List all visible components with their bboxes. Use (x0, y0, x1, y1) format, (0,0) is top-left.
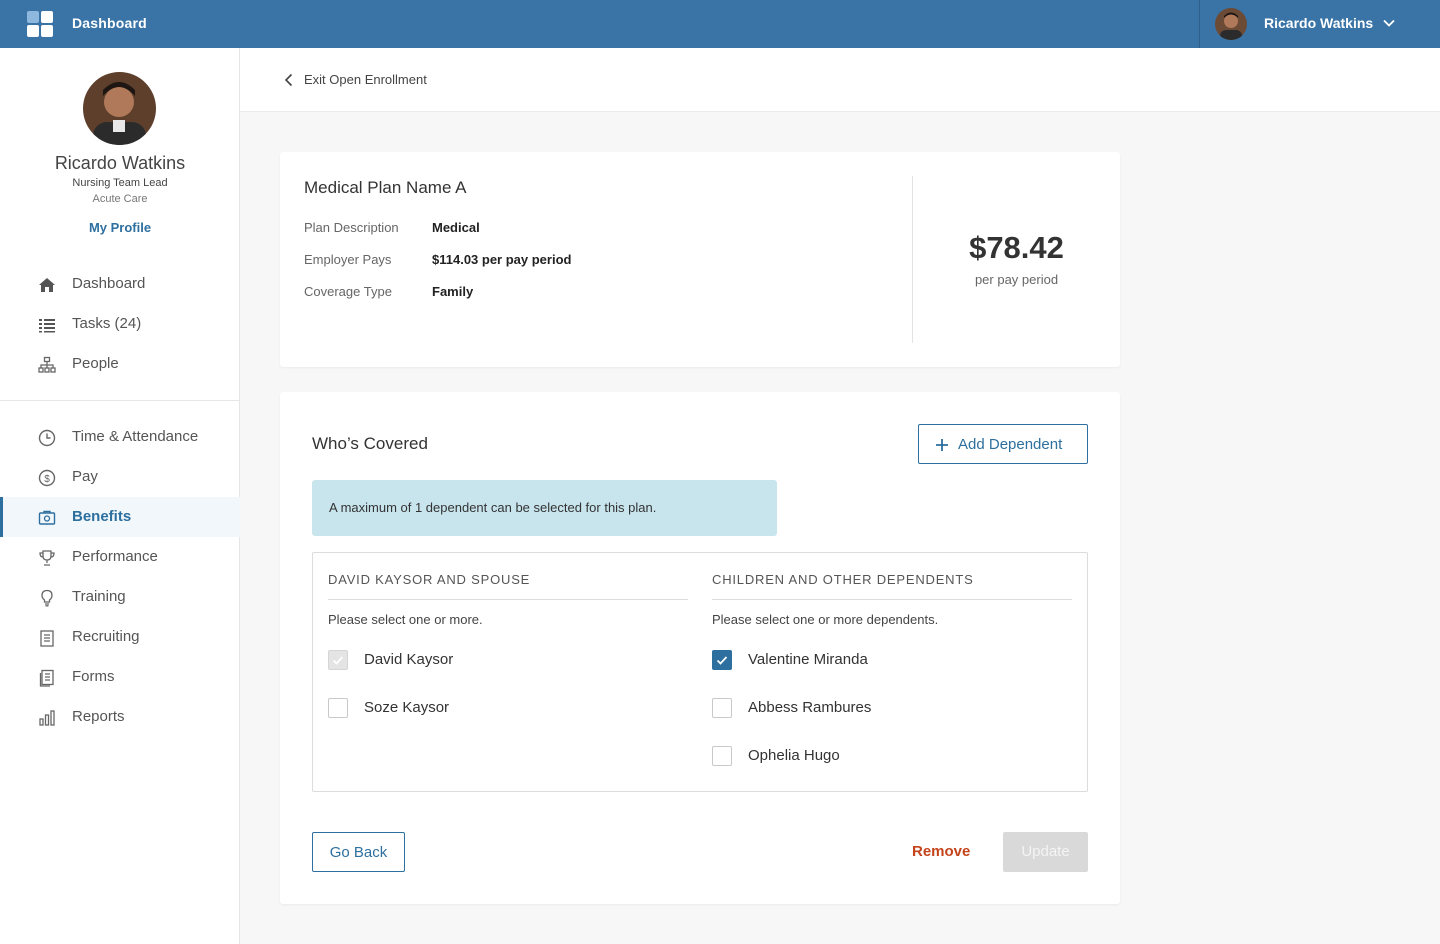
chevron-down-icon (1383, 19, 1395, 27)
plan-detail-key: Coverage Type (304, 284, 392, 299)
dependent-name: Soze Kaysor (364, 699, 450, 716)
plan-detail-value: Family (432, 284, 474, 299)
profile-department: Acute Care (92, 193, 148, 205)
sidebar-item-label: Training (72, 588, 126, 605)
dependent-name: David Kaysor (364, 651, 454, 668)
sidebar: Ricardo Watkins Nursing Team Lead Acute … (0, 48, 240, 944)
checkbox-disabled-checked[interactable] (328, 650, 348, 670)
sidebar-item-label: Benefits (72, 508, 132, 525)
check-icon (716, 656, 728, 665)
plan-detail-key: Plan Description (304, 220, 399, 235)
sub-header: Exit Open Enrollment (240, 48, 1440, 112)
plan-price: $78.42 (969, 230, 1064, 265)
sidebar-item-label: Forms (72, 668, 115, 685)
dependent-name: Abbess Rambures (748, 699, 872, 716)
checkbox-checked[interactable] (712, 650, 732, 670)
dependent-name: Ophelia Hugo (748, 747, 840, 764)
clock-icon (38, 429, 56, 447)
max-dependent-notice: A maximum of 1 dependent can be selected… (312, 480, 777, 536)
checkbox[interactable] (712, 698, 732, 718)
sidebar-item-label: People (72, 355, 119, 372)
update-button[interactable]: Update (1003, 832, 1088, 872)
trophy-icon (39, 550, 55, 566)
add-dependent-button[interactable]: Add Dependent (918, 424, 1088, 464)
sidebar-divider (0, 400, 240, 401)
column-heading: CHILDREN AND OTHER DEPENDENTS (712, 572, 974, 587)
avatar (1215, 8, 1247, 40)
sidebar-item-pay[interactable]: $ Pay (0, 457, 240, 497)
my-profile-link[interactable]: My Profile (0, 220, 240, 235)
column-hint: Please select one or more. (328, 612, 483, 627)
bar-chart-icon (39, 710, 55, 726)
checkbox[interactable] (712, 746, 732, 766)
sidebar-item-label: Recruiting (72, 628, 140, 645)
secondary-nav: Time & Attendance $ Pay Benefits Perform… (0, 417, 240, 737)
sidebar-item-label: Reports (72, 708, 125, 725)
sidebar-item-label: Time & Attendance (72, 428, 199, 445)
user-name: Ricardo Watkins (1264, 15, 1374, 31)
sidebar-item-label: Performance (72, 548, 158, 565)
sidebar-item-label: Tasks (24) (72, 315, 142, 332)
sidebar-item-label: Dashboard (72, 275, 146, 292)
benefits-icon (38, 510, 56, 525)
column-rule (712, 599, 1072, 600)
exit-enrollment-label: Exit Open Enrollment (304, 72, 427, 87)
profile-name: Ricardo Watkins (54, 153, 186, 173)
plan-detail-key: Employer Pays (304, 252, 392, 267)
profile-role: Nursing Team Lead (72, 177, 168, 189)
sidebar-item-dashboard[interactable]: Dashboard (0, 264, 240, 304)
whos-covered-card: Who’s Covered Add Dependent A maximum of… (280, 392, 1120, 904)
column-hint: Please select one or more dependents. (712, 612, 939, 627)
primary-nav: Dashboard Tasks (24) People (0, 264, 240, 384)
plan-price-period: per pay period (974, 272, 1059, 287)
dependent-selection-box: DAVID KAYSOR AND SPOUSE Please select on… (312, 552, 1088, 792)
remove-button[interactable]: Remove (912, 843, 970, 860)
plan-detail-value: Medical (432, 220, 480, 235)
dependent-name: Valentine Miranda (748, 651, 868, 668)
update-label: Update (1021, 843, 1070, 860)
lightbulb-icon (41, 589, 53, 607)
sidebar-item-tasks[interactable]: Tasks (24) (0, 304, 240, 344)
app-title: Dashboard (72, 15, 147, 31)
dollar-icon: $ (38, 469, 56, 487)
sidebar-item-benefits[interactable]: Benefits (0, 497, 240, 537)
checkbox[interactable] (328, 698, 348, 718)
apps-grid-icon[interactable] (27, 11, 53, 37)
home-icon (39, 278, 55, 292)
plan-summary-card: Medical Plan Name A Plan Description Med… (280, 152, 1120, 367)
sidebar-item-forms[interactable]: Forms (0, 657, 240, 697)
clipboard-icon (40, 630, 54, 647)
column-rule (328, 599, 688, 600)
sidebar-item-reports[interactable]: Reports (0, 697, 240, 737)
svg-text:$: $ (44, 474, 50, 485)
sidebar-item-recruiting[interactable]: Recruiting (0, 617, 240, 657)
sidebar-item-training[interactable]: Training (0, 577, 240, 617)
profile-avatar (83, 72, 156, 145)
notice-text: A maximum of 1 dependent can be selected… (329, 500, 657, 515)
sidebar-item-time-attendance[interactable]: Time & Attendance (0, 417, 240, 457)
column-heading: DAVID KAYSOR AND SPOUSE (328, 572, 531, 587)
check-icon (332, 656, 344, 665)
sidebar-item-people[interactable]: People (0, 344, 240, 384)
org-chart-icon (38, 356, 56, 373)
go-back-label: Go Back (329, 844, 388, 861)
plus-icon (936, 439, 948, 451)
user-menu[interactable]: Ricardo Watkins (1199, 0, 1440, 48)
sidebar-item-label: Pay (72, 468, 98, 485)
add-dependent-label: Add Dependent (958, 436, 1063, 453)
go-back-button[interactable]: Go Back (312, 832, 405, 872)
top-bar: Dashboard Ricardo Watkins (0, 0, 1440, 48)
forms-icon (39, 669, 54, 687)
plan-title: Medical Plan Name A (304, 178, 467, 197)
list-icon (39, 319, 55, 333)
sidebar-item-performance[interactable]: Performance (0, 537, 240, 577)
whos-covered-title: Who’s Covered (312, 434, 428, 453)
plan-detail-value: $114.03 per pay period (432, 252, 572, 267)
chevron-left-icon (284, 73, 293, 87)
